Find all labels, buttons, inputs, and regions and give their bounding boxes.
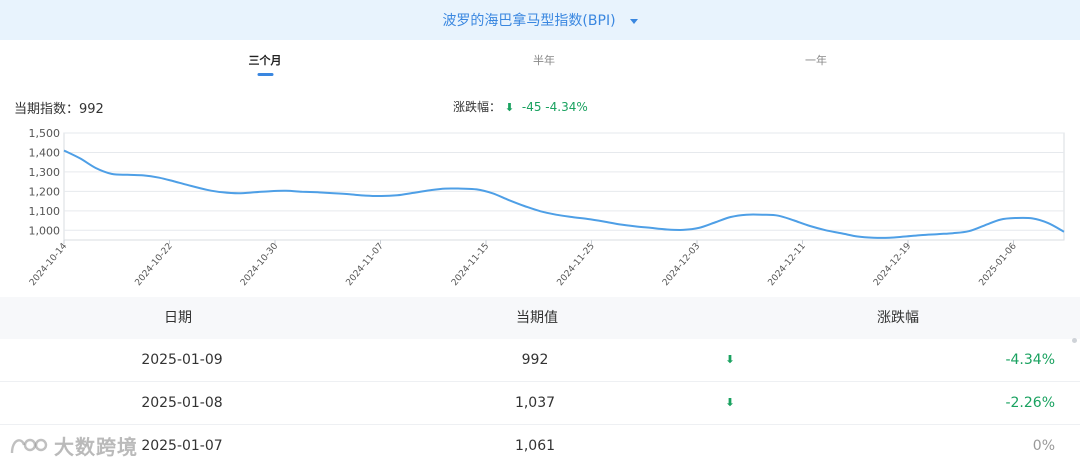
table-row: 2025-01-08 1,037 ⬇ -2.26%: [0, 382, 1080, 425]
index-selector-dropdown[interactable]: 波罗的海巴拿马型指数(BPI): [442, 10, 638, 30]
plot-frame: [63, 132, 1065, 241]
y-tick-label: 1,300: [29, 166, 61, 179]
scrollbar-thumb[interactable]: [1072, 338, 1077, 343]
y-tick-label: 1,500: [29, 127, 61, 140]
down-arrow-icon: ⬇: [725, 353, 735, 366]
bpi-series-line: [63, 149, 1065, 239]
x-tick-label: 2024-12-11: [767, 242, 808, 289]
y-tick-label: 1,000: [29, 224, 61, 237]
current-index-summary: 当期指数：992: [14, 102, 104, 117]
column-header-value: 当期值: [516, 310, 558, 326]
x-tick-label: 2024-11-07: [345, 242, 386, 289]
change-summary: 涨跌幅： ⬇ -45 -4.34%: [453, 98, 588, 115]
column-header-date: 日期: [164, 310, 192, 326]
watermark-text: 大数跨境: [54, 435, 138, 459]
x-tick-label: 2024-10-22: [134, 242, 175, 289]
title-bar: 波罗的海巴拿马型指数(BPI): [0, 0, 1080, 40]
tab-one-year[interactable]: 一年: [805, 48, 827, 78]
x-tick-label: 2024-11-15: [450, 242, 491, 289]
row-value: 992: [521, 352, 549, 368]
y-tick-label: 1,200: [29, 185, 61, 198]
column-header-change: 涨跌幅: [877, 310, 919, 326]
x-tick-label: 2024-11-25: [556, 242, 597, 289]
row-change: 0%: [1032, 438, 1055, 454]
y-tick-label: 1,100: [29, 205, 61, 218]
table-header: 日期 当期值 涨跌幅: [0, 297, 1080, 339]
tab-label: 半年: [533, 54, 555, 67]
tab-label: 一年: [805, 54, 827, 67]
change-value: -45 -4.34%: [521, 100, 588, 114]
bpi-line-chart: 1,000 1,100 1,200 1,300 1,400 1,500 2024-10-14…: [28, 127, 1065, 289]
x-tick-label: 2024-12-19: [872, 241, 913, 288]
watermark-logo-icon: [10, 438, 48, 453]
active-tab-indicator: [257, 73, 273, 76]
down-arrow-icon: ⬇: [725, 396, 735, 409]
watermark: 大数跨境: [8, 431, 138, 460]
table-row: 2025-01-09 992 ⬇ -4.34%: [0, 339, 1080, 382]
row-date: 2025-01-09: [141, 352, 223, 368]
row-change: -4.34%: [1005, 352, 1055, 368]
x-tick-label: 2024-10-30: [239, 241, 280, 288]
x-tick-label: 2024-12-03: [661, 242, 702, 289]
tab-half-year[interactable]: 半年: [533, 48, 555, 78]
index-title: 波罗的海巴拿马型指数(BPI): [442, 13, 616, 29]
period-tabs: 三个月 半年 一年: [0, 48, 1080, 80]
y-tick-label: 1,400: [29, 146, 61, 159]
row-value: 1,037: [514, 395, 556, 411]
x-tick-label: 2024-10-14: [28, 241, 69, 288]
x-tick-label: 2025-01-06: [978, 241, 1019, 288]
change-label: 涨跌幅：: [453, 100, 502, 114]
tab-label: 三个月: [248, 54, 282, 67]
down-arrow-icon: ⬇: [504, 101, 515, 114]
table-row: 2025-01-07 1,061 0%: [0, 425, 1080, 467]
row-change: -2.26%: [1005, 395, 1055, 411]
row-date: 2025-01-07: [141, 438, 223, 454]
row-date: 2025-01-08: [141, 395, 223, 411]
row-value: 1,061: [514, 438, 556, 454]
tab-three-months[interactable]: 三个月: [249, 48, 282, 78]
caret-down-icon: [629, 18, 638, 24]
